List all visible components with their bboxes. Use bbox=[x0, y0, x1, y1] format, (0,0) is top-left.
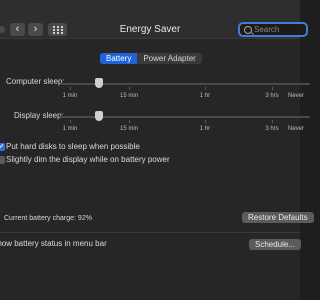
power-source-tabs: Battery Power Adapter bbox=[100, 53, 202, 64]
tick-label-15-min: 15 min bbox=[119, 93, 139, 99]
tick-label-3-hrs: 3 hrs bbox=[265, 126, 279, 132]
tab-battery[interactable]: Battery bbox=[100, 53, 138, 64]
slider-tick bbox=[129, 87, 130, 90]
tick-label-1-hr: 1 hr bbox=[199, 93, 211, 99]
tick-label-never: Never bbox=[287, 126, 305, 132]
tick-label-1-hr: 1 hr bbox=[199, 126, 211, 132]
search-icon bbox=[244, 26, 252, 34]
search-field[interactable] bbox=[238, 22, 308, 37]
tick-label-1-min: 1 min bbox=[62, 93, 78, 99]
menu-bar-status-label: Show battery status in menu bar bbox=[0, 239, 107, 248]
schedule-button[interactable]: Schedule... bbox=[249, 239, 302, 250]
slider-tick bbox=[129, 120, 130, 123]
tick-label-1-min: 1 min bbox=[62, 126, 78, 132]
display-sleep-slider-thumb[interactable] bbox=[95, 111, 103, 121]
title-bar: ‹ › Energy Saver bbox=[0, 0, 308, 39]
dim-display-checkbox[interactable] bbox=[0, 156, 5, 164]
hard-disks-checkbox[interactable] bbox=[0, 143, 5, 151]
search-input[interactable] bbox=[254, 24, 304, 35]
computer-sleep-label: Computer sleep: bbox=[6, 77, 65, 86]
slider-tick bbox=[272, 120, 273, 123]
battery-charge-text: Current battery charge: 92% bbox=[4, 215, 92, 222]
section-divider bbox=[0, 232, 300, 233]
energy-saver-window: ‹ › Energy Saver Battery Power Adapter C… bbox=[0, 0, 314, 300]
slider-tick bbox=[70, 87, 71, 90]
dim-display-label: Slightly dim the display while on batter… bbox=[6, 155, 170, 164]
slider-tick bbox=[70, 120, 71, 123]
tick-label-3-hrs: 3 hrs bbox=[265, 93, 279, 99]
tick-label-never: Never bbox=[287, 93, 305, 99]
display-sleep-label: Display sleep: bbox=[14, 111, 64, 120]
computer-sleep-slider-thumb[interactable] bbox=[95, 78, 103, 88]
slider-tick bbox=[272, 87, 273, 90]
slider-tick bbox=[205, 87, 206, 90]
tick-label-15-min: 15 min bbox=[119, 126, 139, 132]
hard-disks-label: Put hard disks to sleep when possible bbox=[6, 142, 140, 151]
restore-defaults-button[interactable]: Restore Defaults bbox=[242, 212, 314, 223]
tab-power-adapter[interactable]: Power Adapter bbox=[137, 53, 201, 64]
slider-tick bbox=[205, 120, 206, 123]
